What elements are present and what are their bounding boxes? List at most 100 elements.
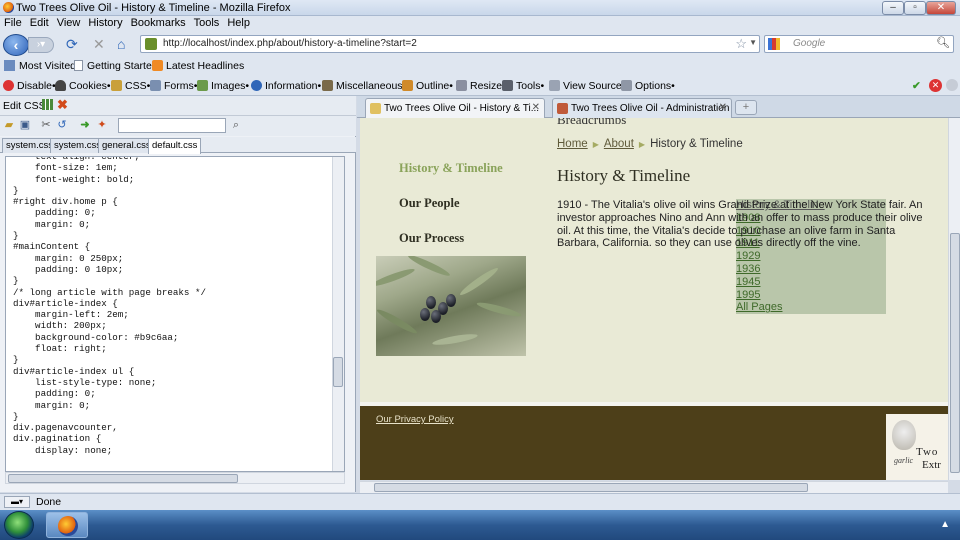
close-tab-icon[interactable]: ✕ <box>719 102 727 113</box>
save-icon[interactable]: ▣ <box>19 119 31 131</box>
minimize-button[interactable]: – <box>882 1 904 15</box>
breadcrumb-home-link[interactable]: Home <box>557 138 588 150</box>
information-icon <box>251 80 262 91</box>
article-index-link[interactable]: 1929 <box>736 250 760 262</box>
page-hscroll-thumb[interactable] <box>374 483 808 492</box>
file-tab-default-css[interactable]: default.css <box>148 138 202 154</box>
tab-history-timeline[interactable]: Two Trees Olive Oil - History & Ti... ✕ <box>365 98 545 119</box>
stylesheet-icon[interactable]: ✦ <box>96 119 108 131</box>
url-dropdown-icon[interactable]: ▼ <box>749 38 757 47</box>
page-scroll-thumb[interactable] <box>950 233 960 473</box>
menu-edit[interactable]: Edit <box>26 16 53 30</box>
breadcrumb-about-link[interactable]: About <box>604 138 634 150</box>
close-panel-icon[interactable]: ✖ <box>57 97 68 113</box>
logo-text-two: Two <box>916 446 939 458</box>
edit-css-header: Edit CSS ✖ <box>0 96 356 116</box>
url-bar[interactable]: http://localhost/index.php/about/history… <box>140 35 760 53</box>
code-vertical-scrollbar[interactable] <box>332 157 344 471</box>
bookmark-star-icon[interactable]: ☆ <box>735 36 747 52</box>
status-toggle-icon[interactable]: ▬▾ <box>4 496 30 508</box>
wd-forms-menu[interactable]: Forms• <box>150 80 197 92</box>
wd-tools-menu[interactable]: Tools• <box>502 80 544 92</box>
bookmark-latest-headlines[interactable]: Latest Headlines <box>152 60 244 72</box>
wd-options-menu[interactable]: Options• <box>621 80 675 92</box>
url-text[interactable]: http://localhost/index.php/about/history… <box>163 38 417 49</box>
leftnav-history-timeline[interactable]: History & Timeline <box>399 161 503 176</box>
tab-label: Two Trees Olive Oil - History & Ti... <box>384 103 540 114</box>
home-icon[interactable]: ⌂ <box>117 36 125 52</box>
css-search-icon[interactable]: ⌕ <box>230 119 242 131</box>
menu-tools[interactable]: Tools <box>190 16 224 30</box>
code-horizontal-scrollbar[interactable] <box>5 472 345 484</box>
search-box[interactable]: Google 🔍︎ <box>764 35 954 53</box>
new-tab-button[interactable]: + <box>735 100 757 115</box>
windows-taskbar: ▲ <box>0 510 960 540</box>
stop-icon[interactable]: ✕ <box>93 36 105 53</box>
menu-file[interactable]: File <box>0 16 26 30</box>
forward-button[interactable]: ›▾ <box>28 37 54 53</box>
all-pages-link[interactable]: All Pages <box>736 301 782 313</box>
menu-bookmarks[interactable]: Bookmarks <box>127 16 190 30</box>
open-icon[interactable]: ▰ <box>3 119 15 131</box>
cookies-icon <box>55 80 66 91</box>
apply-arrow-icon[interactable]: ➜ <box>79 119 91 131</box>
close-window-button[interactable]: ✕ <box>926 1 956 15</box>
file-tab-system-css-1[interactable]: system.css <box>2 138 57 153</box>
menu-history[interactable]: History <box>84 16 126 30</box>
css-search-input[interactable] <box>118 118 226 133</box>
wd-css-menu[interactable]: CSS• <box>111 80 150 92</box>
bookmark-getting-started[interactable]: Getting Started <box>74 60 158 72</box>
wd-view-source-menu[interactable]: View Source• <box>549 80 625 92</box>
back-button[interactable]: ‹ <box>3 34 29 56</box>
article-index-link[interactable]: 1936 <box>736 263 760 275</box>
leftnav-our-people[interactable]: Our People <box>399 196 460 211</box>
code-hscroll-thumb[interactable] <box>8 474 238 483</box>
wd-information-menu[interactable]: Information• <box>251 80 321 92</box>
breadcrumb-current: History & Timeline <box>650 138 743 150</box>
wd-disable-menu[interactable]: Disable• <box>3 80 56 92</box>
taskbar-firefox-button[interactable] <box>46 512 88 538</box>
article-index-link[interactable]: 1945 <box>736 276 760 288</box>
menu-view[interactable]: View <box>53 16 85 30</box>
css-code[interactable]: text-align: center; font-size: 1em; font… <box>13 157 206 456</box>
page-vertical-scrollbar[interactable] <box>948 118 960 480</box>
file-tab-system-css-2[interactable]: system.css <box>50 138 105 153</box>
leftnav-our-process[interactable]: Our Process <box>399 231 464 246</box>
search-placeholder[interactable]: Google <box>793 38 825 49</box>
file-tab-general-css[interactable]: general.css <box>98 138 155 153</box>
search-icon[interactable]: 🔍︎ <box>936 36 950 49</box>
reset-icon[interactable]: ↺ <box>56 119 68 131</box>
breadcrumbs-heading: Breadcrumbs <box>557 118 627 127</box>
wd-miscellaneous-menu[interactable]: Miscellaneous• <box>322 80 406 92</box>
status-circle-icon[interactable] <box>946 79 958 91</box>
validation-ok-icon[interactable]: ✔ <box>912 80 921 92</box>
close-tab-icon[interactable]: ✕ <box>532 102 540 113</box>
code-scroll-thumb[interactable] <box>333 357 343 387</box>
wd-cookies-menu[interactable]: Cookies• <box>55 80 111 92</box>
menu-help[interactable]: Help <box>223 16 254 30</box>
site-identity-icon[interactable] <box>145 38 157 50</box>
logo-text-garlic: garlic <box>894 456 914 465</box>
error-icon[interactable]: ✕ <box>929 79 942 92</box>
bookmark-most-visited[interactable]: Most Visited <box>4 60 76 72</box>
wd-images-menu[interactable]: Images• <box>197 80 249 92</box>
maximize-button[interactable]: ▫ <box>904 1 926 15</box>
privacy-policy-link[interactable]: Our Privacy Policy <box>376 414 454 425</box>
article-index-link[interactable]: 1995 <box>736 289 760 301</box>
most-visited-icon <box>4 60 15 71</box>
start-button[interactable] <box>4 511 34 539</box>
firefox-icon <box>58 516 78 536</box>
breadcrumb-arrow-icon: ▶ <box>638 140 646 149</box>
tab-administration[interactable]: Two Trees Olive Oil - Administration ✕ <box>552 98 732 118</box>
css-code-editor[interactable]: text-align: center; font-size: 1em; font… <box>5 156 345 472</box>
grid-icon[interactable] <box>42 99 53 110</box>
wd-resize-menu[interactable]: Resize• <box>456 80 506 92</box>
css-file-tabs: system.css system.css general.css defaul… <box>0 137 356 154</box>
google-icon[interactable] <box>768 38 780 50</box>
page-horizontal-scrollbar[interactable] <box>360 481 948 493</box>
tray-arrow-icon[interactable]: ▲ <box>940 519 950 530</box>
reload-icon[interactable]: ⟳ <box>66 36 78 53</box>
cut-icon[interactable]: ✂ <box>40 119 52 131</box>
logo-text-extr: Extr <box>922 459 941 471</box>
wd-outline-menu[interactable]: Outline• <box>402 80 453 92</box>
